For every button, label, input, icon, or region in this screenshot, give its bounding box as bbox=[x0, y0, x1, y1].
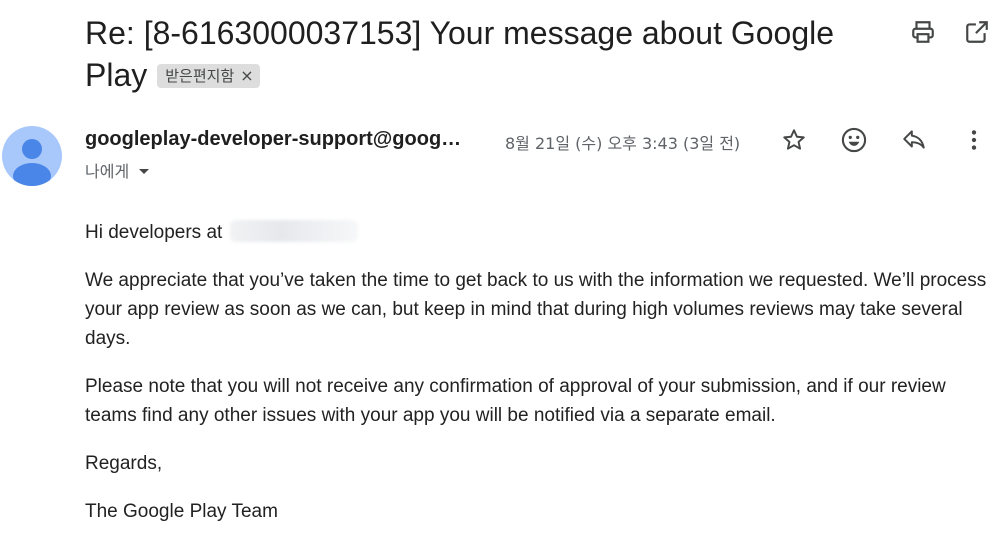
body-paragraph-2: Please note that you will not receive an… bbox=[85, 376, 946, 426]
greeting-text: Hi developers at bbox=[85, 222, 223, 243]
open-in-new-window-icon bbox=[966, 21, 988, 43]
printer-icon bbox=[912, 21, 934, 43]
label-text: 받은편지함 bbox=[165, 67, 235, 85]
sender-email[interactable]: googleplay-developer-support@goog… bbox=[85, 128, 490, 151]
star-icon bbox=[783, 129, 805, 150]
recipient-label: 나에게 bbox=[85, 162, 130, 181]
more-options-button[interactable] bbox=[960, 126, 988, 154]
chevron-down-icon bbox=[139, 169, 150, 174]
redacted-developer-name bbox=[229, 220, 358, 242]
open-in-new-window-button[interactable] bbox=[963, 18, 991, 46]
reply-button[interactable] bbox=[900, 126, 928, 154]
person-icon bbox=[13, 139, 51, 186]
remove-label-button[interactable]: × bbox=[240, 66, 253, 86]
reply-icon bbox=[903, 130, 925, 149]
more-vert-icon bbox=[971, 130, 977, 150]
message-body: Hi developers at We appreciate that you’… bbox=[85, 218, 1000, 545]
body-paragraph-1: We appreciate that you’ve taken the time… bbox=[85, 270, 987, 349]
print-button[interactable] bbox=[909, 18, 937, 46]
thread-toolbar bbox=[909, 18, 991, 46]
greeting-line: Hi developers at bbox=[85, 218, 1000, 247]
emoji-icon bbox=[841, 127, 867, 153]
message-actions bbox=[780, 126, 988, 154]
react-emoji-button[interactable] bbox=[840, 126, 868, 154]
star-button[interactable] bbox=[780, 126, 808, 154]
message-date: 8월 21일 (수) 오후 3:43 (3일 전) bbox=[505, 134, 741, 153]
recipient-details-toggle[interactable]: 나에게 bbox=[85, 158, 150, 182]
sender-row: googleplay-developer-support@goog… bbox=[85, 128, 490, 151]
regards-line: Regards, bbox=[85, 453, 163, 474]
inbox-label-chip[interactable]: 받은편지함 × bbox=[157, 64, 260, 88]
email-subject: Re: [8-6163000037153] Your message about… bbox=[85, 12, 885, 96]
sender-avatar[interactable] bbox=[2, 126, 62, 186]
signature-line: The Google Play Team bbox=[85, 501, 278, 522]
